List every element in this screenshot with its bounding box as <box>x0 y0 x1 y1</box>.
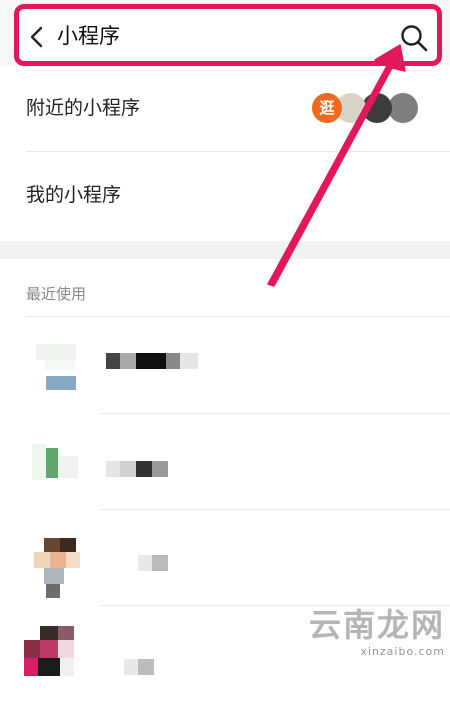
app-name-pixelated <box>106 461 168 477</box>
recent-app-item[interactable] <box>0 318 450 414</box>
my-mini-programs-label: 我的小程序 <box>26 184 122 206</box>
search-bar[interactable]: 小程序 <box>14 4 442 66</box>
app-name-pixelated <box>106 353 198 369</box>
nearby-mini-programs-row[interactable]: 附近的小程序 逛 <box>0 66 450 152</box>
app-name-pixelated <box>124 659 154 675</box>
watermark: 云南龙网 xinzaibo.com <box>305 605 445 675</box>
divider <box>26 151 450 152</box>
recent-app-item[interactable] <box>0 414 450 510</box>
nearby-thumb-1: 逛 <box>312 93 342 123</box>
watermark-text: 云南龙网 <box>308 606 445 644</box>
search-header: 小程序 <box>0 0 450 76</box>
watermark-url: xinzaibo.com <box>360 645 445 658</box>
nearby-thumb-3 <box>362 93 392 123</box>
nearby-thumb-4 <box>388 93 418 123</box>
search-icon[interactable] <box>399 23 429 53</box>
recent-app-item[interactable] <box>0 510 450 606</box>
nearby-mini-programs-label: 附近的小程序 <box>26 97 141 119</box>
nearby-thumbnails: 逛 <box>312 88 418 128</box>
app-avatar <box>28 538 84 602</box>
chevron-left-icon[interactable] <box>27 25 47 49</box>
recently-used-title: 最近使用 <box>26 285 87 303</box>
app-avatar <box>28 438 84 494</box>
section-gap <box>0 241 450 259</box>
divider <box>26 316 450 317</box>
app-avatar <box>28 340 84 396</box>
my-mini-programs-row[interactable]: 我的小程序 <box>0 153 450 239</box>
search-input[interactable]: 小程序 <box>57 22 120 50</box>
app-name-pixelated <box>138 555 170 571</box>
app-avatar <box>24 626 90 684</box>
